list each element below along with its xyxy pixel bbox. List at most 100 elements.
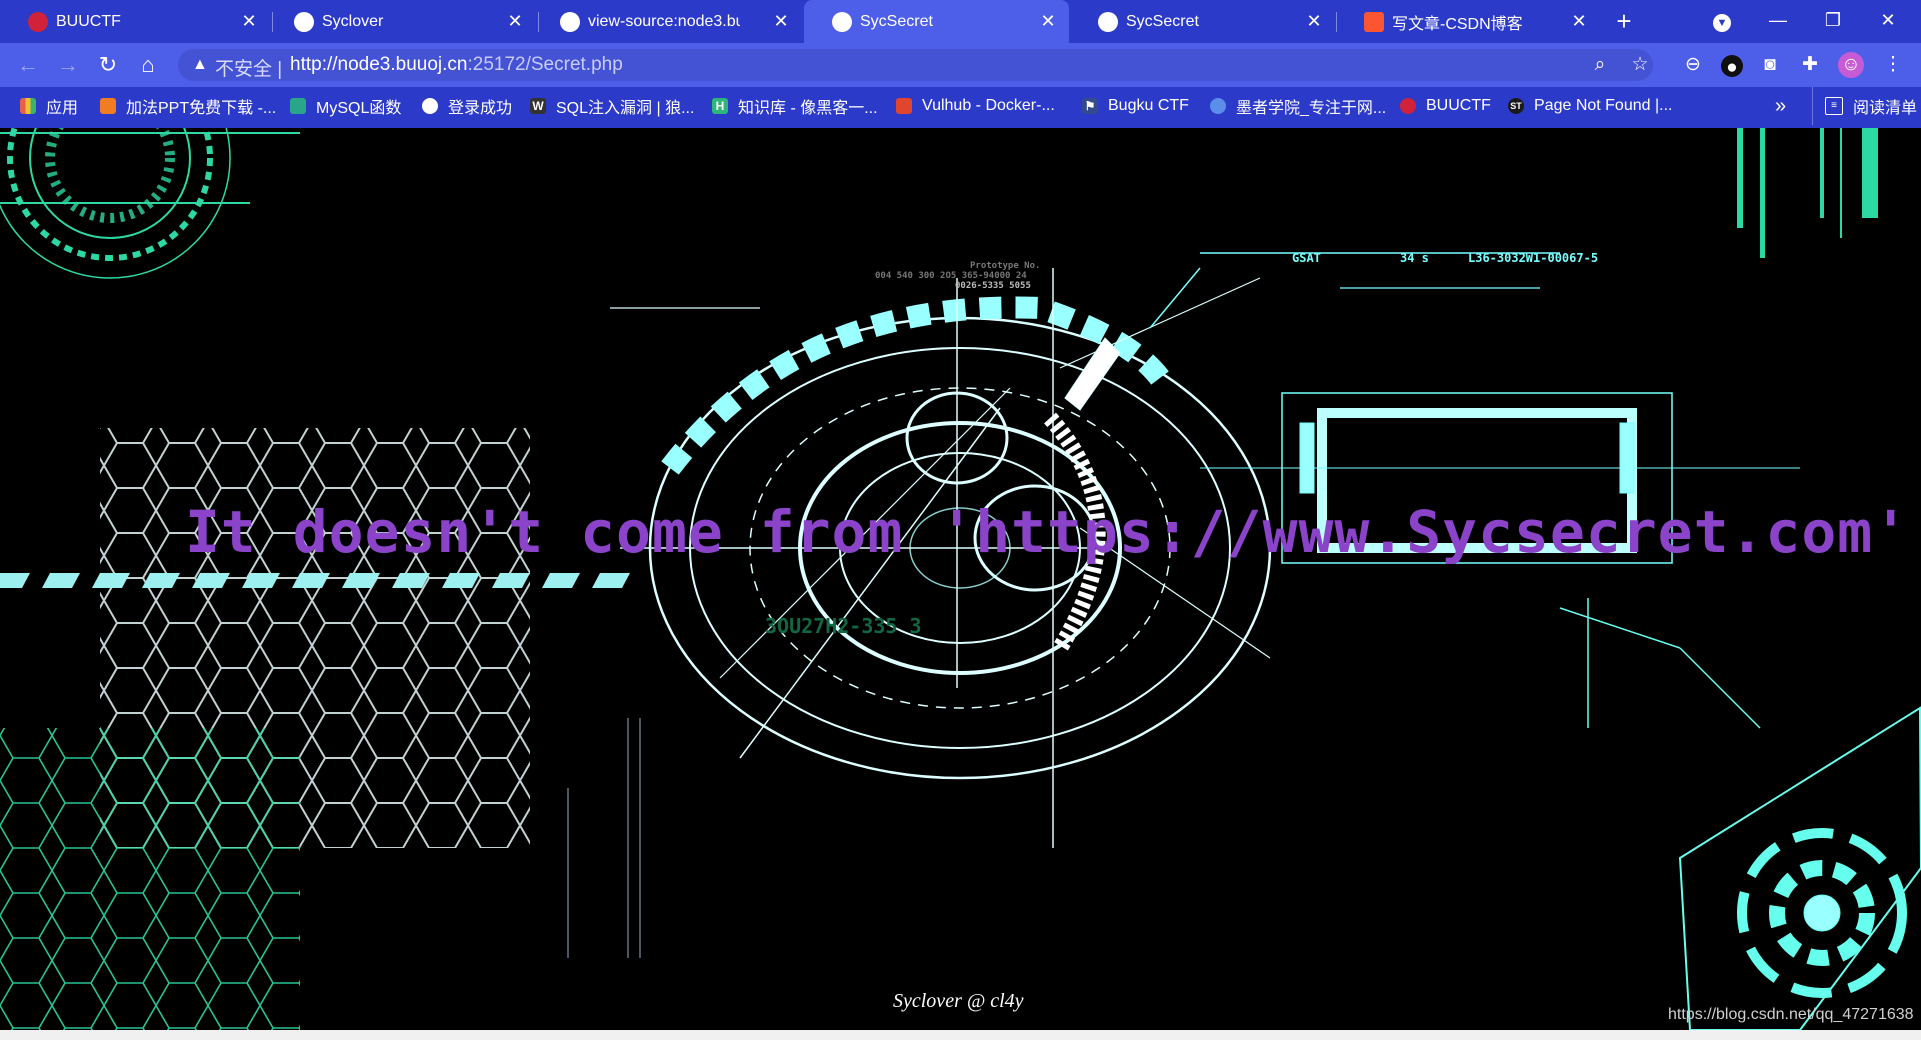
extension-glasses-icon[interactable]: ◙ <box>1757 52 1783 78</box>
tab-title: view-source:node3.buuoj <box>588 12 740 30</box>
new-tab-button[interactable]: + <box>1610 8 1638 36</box>
ppt-icon <box>100 98 116 114</box>
tab-csdn[interactable]: 写文章-CSDN博客 ✕ <box>1336 0 1600 43</box>
bottom-scales <box>567 718 641 958</box>
tab-sycsecret-active[interactable]: SycSecret ✕ <box>804 0 1069 43</box>
radar-top-left <box>0 128 300 279</box>
gsat-label: GSAT <box>1292 251 1321 265</box>
url-path: :25172/Secret.php <box>467 54 623 75</box>
emblem-bottom-right <box>1559 598 1921 1030</box>
bookmarks-overflow-button[interactable]: » <box>1775 87 1786 125</box>
bookmark-mozhe[interactable]: 墨者学院_专注于网... <box>1210 87 1386 125</box>
tab-title: SycSecret <box>1126 12 1199 30</box>
reading-list-icon: ≡ <box>1825 97 1843 115</box>
bookmark-label: 登录成功 <box>448 100 513 117</box>
globe-icon <box>832 12 852 32</box>
bookmark-vulhub[interactable]: Vulhub - Docker-... <box>896 87 1055 125</box>
watermark-text: https://blog.csdn.net/qq_47271638 <box>1668 1006 1914 1023</box>
h-icon: H <box>712 98 728 114</box>
dashed-stripe <box>0 573 630 588</box>
st-icon: ST <box>1508 98 1524 114</box>
bookmark-mysql[interactable]: MySQL函数 <box>290 87 401 125</box>
bookmark-label: Vulhub - Docker-... <box>922 97 1055 114</box>
maximize-button[interactable]: ❐ <box>1813 4 1853 36</box>
prototype-label: Prototype No. <box>970 261 1040 271</box>
close-icon[interactable]: ✕ <box>1568 10 1590 32</box>
close-icon[interactable]: ✕ <box>504 10 526 32</box>
extension-dark-icon[interactable]: ● <box>1721 55 1743 78</box>
avatar[interactable]: ☺ <box>1838 52 1864 78</box>
bookmark-sql-injection[interactable]: W SQL注入漏洞 | 狼... <box>530 87 694 125</box>
bookmark-label: 墨者学院_专注于网... <box>1236 100 1387 117</box>
hud-code: L36-3032W1-00067-5 <box>1468 251 1598 265</box>
close-icon[interactable]: ✕ <box>770 10 792 32</box>
tab-sycsecret[interactable]: SycSecret ✕ <box>1070 0 1335 43</box>
zoom-icon[interactable]: ⌕ <box>1587 52 1613 78</box>
bookmark-ppt[interactable]: 加法PPT免费下载 -... <box>100 87 276 125</box>
bars-top-right <box>1737 128 1878 258</box>
tab-title: BUUCTF <box>56 12 121 30</box>
bookmark-label: 应用 <box>46 100 79 117</box>
globe-icon <box>560 12 580 32</box>
cloud-icon <box>1210 98 1226 114</box>
vulhub-icon <box>896 98 912 114</box>
bookmark-label: 知识库 - 像黑客一... <box>738 100 878 117</box>
minus-circle-icon[interactable]: ⊖ <box>1680 52 1706 78</box>
globe-icon <box>422 98 438 114</box>
bookmark-login[interactable]: 登录成功 <box>422 87 512 125</box>
close-window-button[interactable]: ✕ <box>1868 4 1908 36</box>
wolf-icon: W <box>530 98 546 114</box>
security-text: 不安全 <box>215 59 273 80</box>
tab-view-source[interactable]: view-source:node3.buuoj ✕ <box>532 0 802 43</box>
overflow-label: » <box>1775 94 1787 117</box>
bookmark-label: Page Not Found |... <box>1534 97 1673 114</box>
globe-icon <box>1098 12 1118 32</box>
bookmark-buuctf[interactable]: BUUCTF <box>1400 87 1491 125</box>
apps-grid-icon <box>20 98 36 114</box>
close-icon[interactable]: ✕ <box>1303 10 1325 32</box>
extensions-puzzle-icon[interactable]: ✚ <box>1797 52 1823 78</box>
reading-list-button[interactable]: ≡ 阅读清单 <box>1812 87 1917 125</box>
menu-icon[interactable]: ⋮ <box>1880 52 1906 78</box>
gsat-value: 34 s <box>1400 251 1429 265</box>
bookmark-knowledge[interactable]: H 知识库 - 像黑客一... <box>712 87 878 125</box>
tab-syclover[interactable]: Syclover ✕ <box>266 0 536 43</box>
bookmark-label: SQL注入漏洞 | 狼... <box>556 100 695 117</box>
reload-button[interactable]: ↻ <box>94 51 122 79</box>
tab-buuctf[interactable]: BUUCTF ✕ <box>0 0 270 43</box>
low-code: 3OU27H2-335 3 <box>765 614 922 638</box>
bookmark-apps[interactable]: 应用 <box>20 87 78 125</box>
hex-grid-lower-left <box>0 728 300 1030</box>
bookmark-bugku[interactable]: ⚑ Bugku CTF <box>1082 87 1189 125</box>
close-icon[interactable]: ✕ <box>238 10 260 32</box>
headline-message: It doesn't come from 'https://www.Sycsec… <box>185 498 1910 566</box>
tab-title: 写文章-CSDN博客 <box>1392 15 1523 33</box>
warning-icon[interactable]: ▲ <box>192 56 208 74</box>
flag-icon: ⚑ <box>1082 98 1098 114</box>
minimize-button[interactable]: — <box>1758 4 1798 36</box>
signature-text: Syclover @ cl4y <box>893 990 1024 1012</box>
bookmark-label: Bugku CTF <box>1108 97 1189 114</box>
buuctf-favicon-icon <box>28 12 48 32</box>
tab-title: SycSecret <box>860 12 933 30</box>
number-b: 0026-5335 5055 <box>955 281 1031 291</box>
bookmark-label: MySQL函数 <box>316 100 402 117</box>
reading-list-label: 阅读清单 <box>1853 100 1918 117</box>
mysql-icon <box>290 98 306 114</box>
tab-search-icon[interactable]: ▼ <box>1702 4 1742 36</box>
forward-button[interactable]: → <box>54 51 82 79</box>
close-icon[interactable]: ✕ <box>1037 10 1059 32</box>
divider: | <box>272 59 283 80</box>
bookmark-label: BUUCTF <box>1426 97 1491 114</box>
bookmark-label: 加法PPT免费下载 -... <box>126 100 277 117</box>
security-label[interactable]: 不安全 | <box>215 54 282 81</box>
status-bar <box>0 1030 1921 1040</box>
bookmark-star-icon[interactable]: ☆ <box>1627 52 1653 78</box>
url-text[interactable]: http://node3.buuoj.cn:25172/Secret.php <box>290 54 623 76</box>
globe-icon <box>294 12 314 32</box>
hud-background-graphic: GSAT 34 s L36-3032W1-00067-5 Prototype N… <box>0 128 1921 1030</box>
home-button[interactable]: ⌂ <box>134 51 162 79</box>
number-a: 004 540 300 2O5 365-94000 24 <box>875 271 1027 281</box>
bookmark-page-not-found[interactable]: ST Page Not Found |... <box>1508 87 1672 125</box>
back-button[interactable]: ← <box>14 51 42 79</box>
